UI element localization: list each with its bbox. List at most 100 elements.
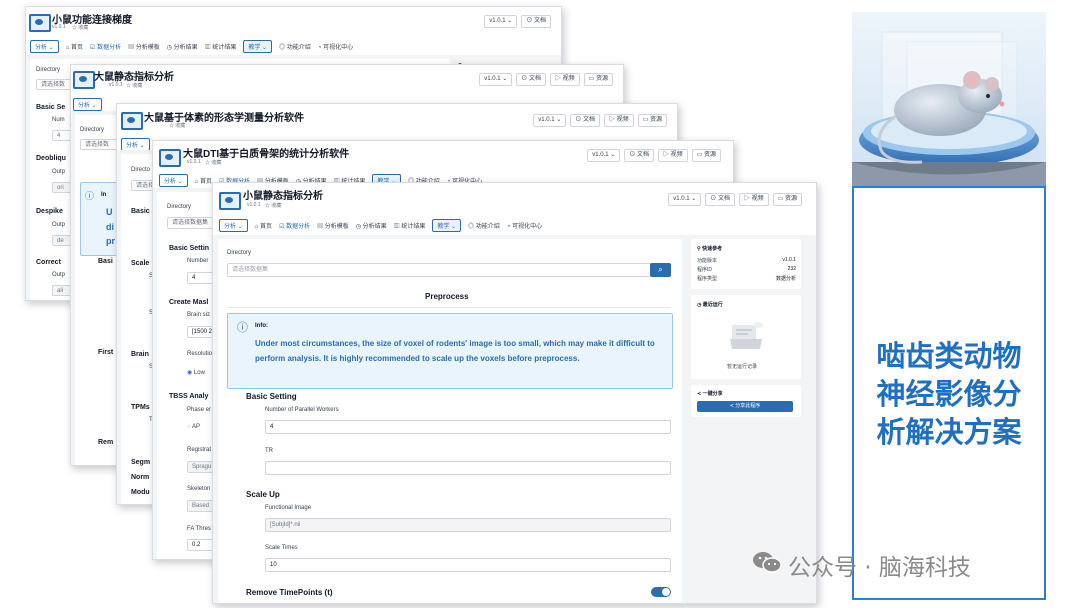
resources-button[interactable]: ▭ 资源 [637,114,667,127]
nav-templates[interactable]: ▤ 分析模板 [317,221,349,230]
select-field[interactable]: Based [187,500,215,512]
resources-button[interactable]: ▭ 资源 [583,73,613,86]
workers-input[interactable]: 4 [265,420,671,434]
nav-visual-center[interactable]: ◔ 可视化中心 [318,42,353,51]
nav-results-label: 分析结果 [362,224,387,230]
resources-button[interactable]: ▭ 资源 [691,149,721,162]
video-button[interactable]: ▷ 视频 [657,149,688,162]
nav-data-analysis[interactable]: ☑ 数据分析 [279,221,310,230]
section-remove-timepoints: Remove TimePoints (t) [246,588,333,597]
share-program-button[interactable]: ≺ 分享此程序 [697,401,793,412]
empty-inbox-icon [728,321,764,351]
window-version: v1.0.1 [187,159,201,165]
analysis-menu-button[interactable]: 分析 ⌄ [159,174,188,187]
info-text: U [106,207,113,217]
video-label: 视频 [751,196,764,202]
nav-features[interactable]: ◎ 功能介绍 [468,221,500,230]
nav-features[interactable]: ◎ 功能介绍 [279,42,311,51]
promo-line-1: 啮齿类动物 [876,339,1022,373]
favorite-link[interactable]: ☆ 收藏 [265,202,281,209]
quick-ref-title: ⚲ 快速参考 [697,245,722,252]
resources-label: 资源 [595,76,608,82]
directory-search-button[interactable]: ⌕ [650,263,671,277]
docs-label: 文档 [636,152,649,158]
version-select[interactable]: v1.0.1 ⌄ [533,114,567,127]
analysis-menu-button[interactable]: 分析 ⌄ [219,219,248,232]
section-divider [227,307,671,308]
field-label: Phase er [187,407,212,413]
field-label: Resolutio [187,351,213,357]
docs-button[interactable]: ⊙ 文档 [570,114,600,127]
promo-line-2: 神经影像分 [876,377,1022,411]
directory-input[interactable]: 请选择数据集 [227,263,651,277]
section-scale-up: Scale Up [246,490,280,499]
program-type-value: 数据分析 [775,276,796,282]
directory-label: Directory [167,204,192,210]
directory-input[interactable]: 请选择数据集 [167,217,217,229]
nav-results[interactable]: ◷ 分析结果 [167,42,198,51]
version-select[interactable]: v1.0.1 ⌄ [484,15,518,28]
promo-title-box: 啮齿类动物 神经影像分 析解决方案 [852,186,1046,600]
select-field[interactable]: Spragu [187,461,215,473]
docs-button[interactable]: ⊙ 文档 [516,73,546,86]
docs-button[interactable]: ⊙ 文档 [705,193,735,206]
text-field[interactable]: 4 [187,272,215,284]
teaching-menu-button[interactable]: 教学 ⌄ [243,40,273,53]
nav-stats[interactable]: ▥ 统计结果 [394,221,426,230]
docs-label: 文档 [582,117,595,123]
teaching-menu-button[interactable]: 教学 ⌄ [432,219,462,232]
nav-data-analysis[interactable]: ☑ 数据分析 [90,42,121,51]
nav-home-label: 首页 [71,45,84,51]
video-button[interactable]: ▷ 视频 [738,193,769,206]
docs-button[interactable]: ⊙ 文档 [521,15,551,28]
window-title: 大鼠DTI基于白质骨架的统计分析软件 [183,149,350,160]
version-select[interactable]: v1.0.1 ⌄ [479,73,513,86]
func-version-value: v1.0.1 [782,257,796,263]
nav-templates-label: 分析模板 [135,45,160,51]
nav-stats[interactable]: ▥ 统计结果 [205,42,237,51]
version-select[interactable]: v1.0.1 ⌄ [587,149,621,162]
tr-input[interactable] [265,461,671,475]
text-field[interactable]: 0.2 [187,539,215,551]
radio-low[interactable]: ◉ Low [187,369,205,376]
clock-icon: ◷ [697,302,702,308]
text-field[interactable]: [1500 2 [187,326,215,338]
radio-ap[interactable]: ○ AP [187,424,200,430]
analysis-menu-button[interactable]: 分析 ⌄ [30,40,59,53]
share-button-label: 分享此程序 [735,403,761,409]
field-label: Outp [52,169,66,175]
nav-home[interactable]: ⌂ 首页 [66,42,83,51]
video-button[interactable]: ▷ 视频 [603,114,634,127]
remove-timepoints-toggle[interactable] [651,587,671,597]
info-text: di [106,222,114,232]
radio-ap-label: AP [191,424,200,430]
section-deoblique: Deobliqu [36,155,66,162]
nav-home-label: 首页 [260,224,273,230]
lightbulb-icon: ⚲ [697,246,701,252]
analysis-menu-button[interactable]: 分析 ⌄ [73,98,102,111]
nav-home[interactable]: ⌂ 首页 [195,176,212,185]
promo-line-3: 析解决方案 [876,415,1022,449]
version-select[interactable]: v1.0.1 ⌄ [668,193,702,206]
nav-templates[interactable]: ▤ 分析模板 [128,42,160,51]
resources-button[interactable]: ▭ 资源 [772,193,802,206]
watermark: 公众号 · 脑海科技 [752,548,971,582]
docs-button[interactable]: ⊙ 文档 [624,149,654,162]
favorite-link[interactable]: ☆ 收藏 [126,82,142,89]
favorite-link[interactable]: ☆ 收藏 [205,159,221,166]
field-label: Outp [52,222,66,228]
app-logo-icon [73,71,95,89]
nav-results[interactable]: ◷ 分析结果 [356,221,387,230]
section-brain: Brain [131,351,149,358]
favorite-link[interactable]: ☆ 收藏 [72,24,88,31]
nav-home[interactable]: ⌂ 首页 [255,221,272,230]
nav-visual-center[interactable]: ◔ 可视化中心 [507,221,542,230]
share-icon: ≺ [729,403,734,409]
no-records-text: 暂无运行记录 [727,364,758,370]
field-label: Brain siz [187,312,211,318]
scale-times-input[interactable]: 10 [265,558,671,572]
favorite-link[interactable]: ☆ 收藏 [169,122,185,129]
section-basic: Basic Se [36,104,66,111]
functional-image-input[interactable]: [SubjId]*.nii [265,518,671,532]
video-button[interactable]: ▷ 视频 [549,73,580,86]
